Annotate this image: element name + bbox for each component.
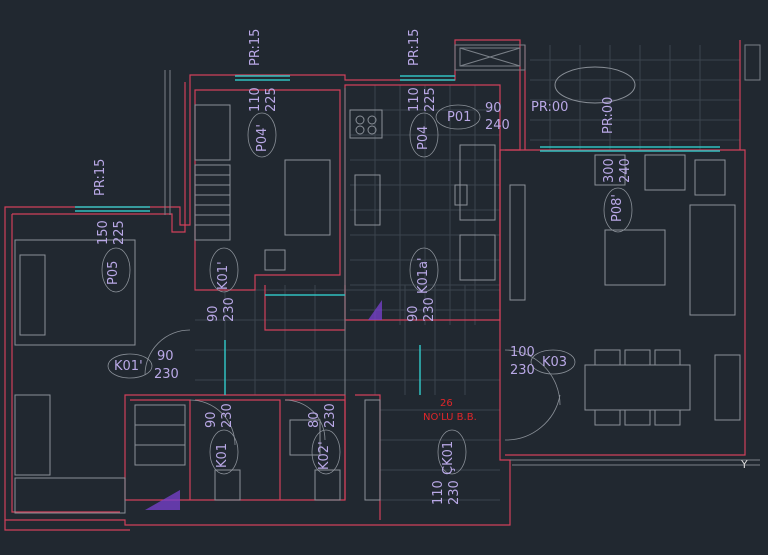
label-p08-height: 240 <box>618 158 633 183</box>
label-k02-height: 230 <box>323 403 338 428</box>
label-pr15-b: PR:15 <box>407 28 422 66</box>
label-k01p-a-height: 230 <box>222 297 237 322</box>
label-p04: P04 <box>416 125 431 150</box>
unit-number: 26 <box>440 398 453 409</box>
label-k01p-a: K01' <box>216 261 231 290</box>
label-k02-width: 80 <box>307 411 322 428</box>
label-k01p-b: K01' <box>114 359 143 374</box>
label-p05-width: 150 <box>96 220 111 245</box>
label-p04p: P04' <box>255 124 270 152</box>
label-k01p-b-width: 90 <box>157 349 174 364</box>
label-k03-width: 100 <box>510 345 535 360</box>
label-k01p-a-width: 90 <box>206 305 221 322</box>
label-p01-width: 90 <box>485 101 502 116</box>
label-ck01: ÇK01 <box>441 440 456 475</box>
label-pr00-a: PR:00 <box>531 100 569 115</box>
label-k03-height: 230 <box>510 363 535 378</box>
axis-y-label: Y <box>741 458 748 471</box>
label-p04-width: 110 <box>407 87 422 112</box>
label-k01p-b-height: 230 <box>154 367 179 382</box>
label-k01a-width: 90 <box>406 305 421 322</box>
label-k02: K02' <box>317 441 332 470</box>
label-p04p-width: 110 <box>248 87 263 112</box>
label-p01: P01 <box>447 110 472 125</box>
label-k01a-height: 230 <box>422 297 437 322</box>
label-pr15-a: PR:15 <box>248 28 263 66</box>
label-p01-height: 240 <box>485 118 510 133</box>
label-ck01-height: 230 <box>447 480 462 505</box>
label-p05-height: 225 <box>112 220 127 245</box>
label-p05: P05 <box>106 260 121 285</box>
label-k03: K03 <box>542 355 568 370</box>
label-pr00-b: PR:00 <box>601 96 616 134</box>
label-ck01-width: 110 <box>431 480 446 505</box>
label-p04-height: 225 <box>423 87 438 112</box>
label-k01-height: 230 <box>220 403 235 428</box>
label-k01a: K01a' <box>416 257 431 294</box>
label-pr15-c: PR:15 <box>93 158 108 196</box>
label-k01: K01 <box>215 442 230 468</box>
unit-name: NO'LU B.B. <box>423 412 477 423</box>
label-p04p-height: 225 <box>264 87 279 112</box>
label-p08-width: 300 <box>602 158 617 183</box>
label-p08: P08' <box>610 194 625 222</box>
label-k01-width: 90 <box>204 411 219 428</box>
